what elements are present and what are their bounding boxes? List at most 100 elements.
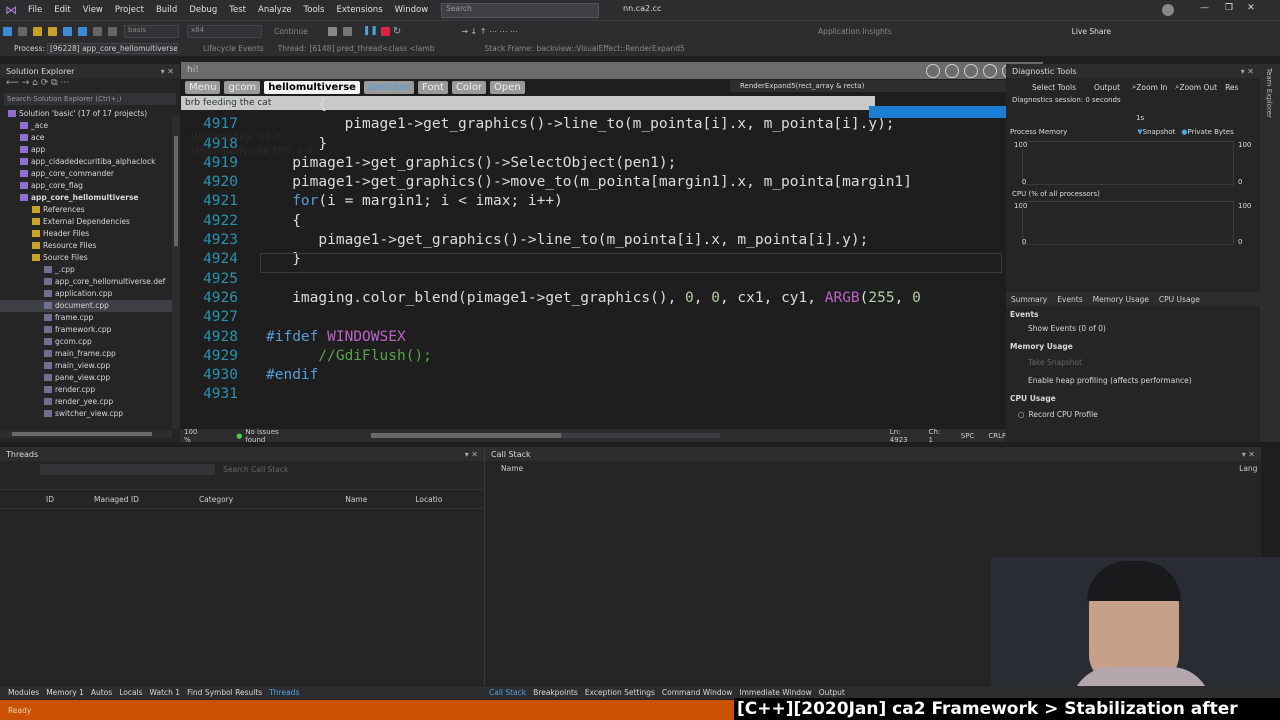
vertical-scrollbar[interactable] xyxy=(172,116,180,428)
stack-frame-select[interactable]: backview::VisualEffect::RenderExpand5 xyxy=(536,44,684,53)
team-explorer-tab[interactable]: Team Explorer xyxy=(1265,68,1273,118)
overlay-tab-menu[interactable]: Menu xyxy=(185,81,221,94)
minimize-button[interactable]: — xyxy=(1200,3,1209,13)
tree-item[interactable]: ace xyxy=(0,132,180,144)
pin-close-icons[interactable]: ▾ ✕ xyxy=(161,67,174,76)
overlay-window[interactable]: hi! ✕ MenugcomhellomultiverseswitcherFon… xyxy=(181,62,1043,157)
issues-status[interactable]: No issues found xyxy=(245,428,301,444)
bottom-tab-modules[interactable]: Modules xyxy=(8,688,39,697)
save-all-icon[interactable] xyxy=(78,26,87,36)
menu-analyze[interactable]: Analyze xyxy=(252,5,298,15)
bottom-tab-output[interactable]: Output xyxy=(819,688,845,697)
code-line[interactable]: 4926 imaging.color_blend(pimage1->get_gr… xyxy=(180,290,921,309)
menu-window[interactable]: Window xyxy=(389,5,435,15)
menu-debug[interactable]: Debug xyxy=(183,5,223,15)
tree-item[interactable]: _.cpp xyxy=(0,264,180,276)
thread-select[interactable]: [6148] pred_thread<class <lambda xyxy=(309,44,434,53)
column-header[interactable]: Lang xyxy=(1239,464,1257,473)
tree-item[interactable]: External Dependencies xyxy=(0,216,180,228)
diag-tab-cpu-usage[interactable]: CPU Usage xyxy=(1159,295,1200,304)
tree-item[interactable]: Solution 'basic' (17 of 17 projects) xyxy=(0,108,180,120)
zoom-out-button[interactable]: Zoom Out xyxy=(1179,83,1217,92)
threads-search-input[interactable] xyxy=(40,463,215,475)
show-events-link[interactable]: Show Events (0 of 0) xyxy=(1010,324,1192,342)
overlay-circle-button[interactable] xyxy=(926,64,940,78)
tree-item[interactable]: app_core_flag xyxy=(0,180,180,192)
menu-extensions[interactable]: Extensions xyxy=(330,5,388,15)
solution-search-input[interactable]: Search Solution Explorer (Ctrl+;) xyxy=(4,93,176,105)
code-line[interactable]: 4927 xyxy=(180,309,921,328)
close-button[interactable]: ✕ xyxy=(1247,3,1255,13)
pin-close-icons[interactable]: ▾ ✕ xyxy=(1242,450,1255,459)
overlay-tab-font[interactable]: Font xyxy=(418,81,448,94)
bottom-tab-immediate-window[interactable]: Immediate Window xyxy=(739,688,811,697)
code-line[interactable]: 4920 pimage1->get_graphics()->move_to(m_… xyxy=(180,174,921,193)
avatar[interactable] xyxy=(1162,4,1174,16)
bottom-tab-locals[interactable]: Locals xyxy=(119,688,142,697)
tree-item[interactable]: render.cpp xyxy=(0,384,180,396)
tree-item[interactable]: app_core_hellomultiverse.def xyxy=(0,276,180,288)
select-tools-button[interactable]: Select Tools xyxy=(1032,83,1076,92)
code-editor[interactable]: RenderExpand5(rect_array & recta) 4916 {… xyxy=(180,80,1006,430)
bottom-tab-threads[interactable]: Threads xyxy=(269,688,299,697)
spacing-indicator[interactable]: SPC xyxy=(961,432,975,440)
open-icon[interactable] xyxy=(48,26,57,36)
tree-item[interactable]: References xyxy=(0,204,180,216)
debug-toolbar-icons[interactable]: → ↓ ↑ ⋯ ⋯ ⋯ xyxy=(461,27,518,36)
overlay-tab-open[interactable]: Open xyxy=(490,81,525,94)
bottom-tab-exception-settings[interactable]: Exception Settings xyxy=(585,688,655,697)
tree-item[interactable]: render_yee.cpp xyxy=(0,396,180,408)
line-ending-indicator[interactable]: CRLF xyxy=(988,432,1006,440)
diag-icon[interactable] xyxy=(342,26,352,36)
continue-button[interactable]: Continue xyxy=(274,27,308,36)
menu-build[interactable]: Build xyxy=(150,5,183,15)
pause-icon[interactable]: ❚❚ xyxy=(363,26,378,36)
record-cpu-row[interactable]: ○ Record CPU Profile xyxy=(1010,410,1192,424)
horizontal-scrollbar[interactable] xyxy=(0,430,172,438)
bottom-tab-watch-1[interactable]: Watch 1 xyxy=(150,688,181,697)
scroll-thumb-v[interactable] xyxy=(174,136,178,246)
menu-file[interactable]: File xyxy=(22,5,48,15)
diag-tab-summary[interactable]: Summary xyxy=(1011,295,1047,304)
code-line[interactable]: 4930 #endif xyxy=(180,367,921,386)
bottom-tab-command-window[interactable]: Command Window xyxy=(662,688,733,697)
bottom-tab-autos[interactable]: Autos xyxy=(91,688,112,697)
tree-item[interactable]: Header Files xyxy=(0,228,180,240)
diag-tab-memory-usage[interactable]: Memory Usage xyxy=(1093,295,1149,304)
tree-item[interactable]: app xyxy=(0,144,180,156)
tree-item[interactable]: Resource Files xyxy=(0,240,180,252)
code-line[interactable]: 4925 xyxy=(180,271,921,290)
lifecycle-events-button[interactable]: Lifecycle Events xyxy=(203,44,264,53)
stop-icon[interactable] xyxy=(380,26,390,36)
new-project-icon[interactable] xyxy=(33,26,42,36)
search-call-stack-button[interactable]: Search Call Stack xyxy=(223,465,288,474)
overlay-tab-hellomultiverse[interactable]: hellomultiverse xyxy=(264,81,360,94)
tree-item[interactable]: document.cpp xyxy=(0,300,180,312)
tree-item[interactable]: frame.cpp xyxy=(0,312,180,324)
diag-tab-events[interactable]: Events xyxy=(1057,295,1082,304)
code-line[interactable]: 4929 //GdiFlush(); xyxy=(180,348,921,367)
live-share-button[interactable]: Live Share xyxy=(1072,27,1111,36)
config-select[interactable]: basis xyxy=(124,24,179,38)
column-header[interactable]: Category xyxy=(199,495,233,504)
editor-hscroll-thumb[interactable] xyxy=(370,433,561,438)
code-line[interactable]: 4928 #ifdef WINDOWSEX xyxy=(180,329,921,348)
tree-item[interactable]: main_frame.cpp xyxy=(0,348,180,360)
output-button[interactable]: Output xyxy=(1094,83,1120,92)
overlay-restore-button[interactable] xyxy=(983,64,997,78)
scroll-thumb[interactable] xyxy=(12,432,152,436)
undo-icon[interactable] xyxy=(93,26,102,36)
zoom-in-button[interactable]: Zoom In xyxy=(1136,83,1167,92)
overlay-minimize-button[interactable] xyxy=(964,64,978,78)
column-header[interactable]: Managed ID xyxy=(94,495,139,504)
fire-icon[interactable] xyxy=(327,26,337,36)
menu-tools[interactable]: Tools xyxy=(298,5,331,15)
search-input[interactable]: Search xyxy=(441,3,599,18)
reset-button[interactable]: Res xyxy=(1225,83,1238,92)
tree-item[interactable]: pane_view.cpp xyxy=(0,372,180,384)
save-icon[interactable] xyxy=(63,26,72,36)
overlay-tab-switcher[interactable]: switcher xyxy=(363,81,415,94)
bottom-tab-breakpoints[interactable]: Breakpoints xyxy=(533,688,578,697)
editor-hscroll[interactable] xyxy=(370,433,720,438)
restart-icon[interactable]: ↻ xyxy=(393,26,401,37)
